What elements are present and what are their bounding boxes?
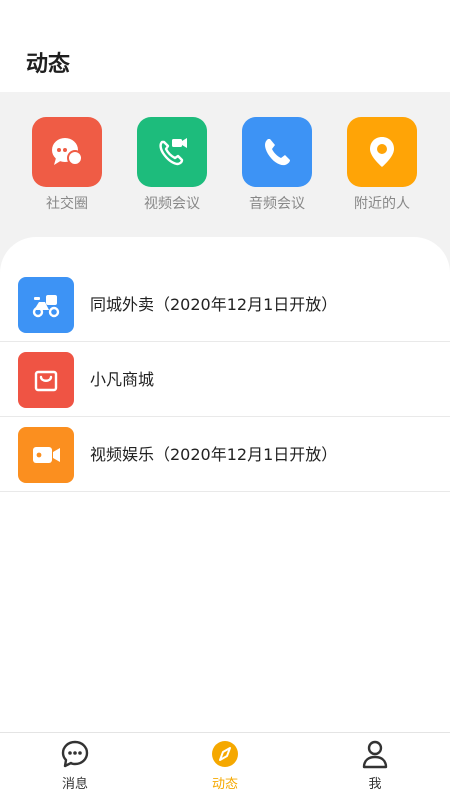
- quick-action-video-meeting[interactable]: 视频会议: [122, 117, 222, 213]
- tab-label: 动态: [211, 777, 238, 792]
- video-entertainment-tile: [18, 427, 74, 483]
- tab-label: 消息: [61, 777, 88, 792]
- video-call-icon: [159, 138, 187, 166]
- phone-icon: [265, 139, 290, 166]
- quick-action-social-circle[interactable]: 社交圈: [17, 117, 117, 213]
- video-camera-icon: [33, 447, 60, 463]
- list-item-video-entertainment[interactable]: 视频娱乐（2020年12月1日开放）: [0, 417, 450, 492]
- bottom-tab-bar: 消息 动态 我: [0, 732, 450, 800]
- audio-meeting-tile[interactable]: [242, 117, 312, 187]
- header: 动态: [0, 0, 450, 92]
- scooter-icon: [32, 295, 60, 318]
- person-icon: [362, 740, 388, 769]
- list-item-mall[interactable]: 小凡商城: [0, 342, 450, 417]
- tab-moments[interactable]: 动态: [150, 733, 300, 800]
- tab-messages[interactable]: 消息: [0, 733, 150, 800]
- tab-me[interactable]: 我: [300, 733, 450, 800]
- shopping-bag-icon: [34, 370, 58, 392]
- video-meeting-tile[interactable]: [137, 117, 207, 187]
- message-icon: [61, 740, 89, 768]
- location-pin-icon: [370, 137, 394, 167]
- compass-icon: [212, 741, 238, 767]
- quick-action-label: 音频会议: [249, 196, 305, 212]
- nearby-people-tile[interactable]: [347, 117, 417, 187]
- list-item-label: 视频娱乐（2020年12月1日开放）: [90, 445, 338, 464]
- quick-action-audio-meeting[interactable]: 音频会议: [227, 117, 327, 213]
- social-circle-tile[interactable]: [32, 117, 102, 187]
- list-item-label: 同城外卖（2020年12月1日开放）: [90, 295, 338, 314]
- chat-bubble-icon: [52, 138, 83, 166]
- quick-action-label: 社交圈: [46, 196, 88, 212]
- feature-list: 同城外卖（2020年12月1日开放） 小凡商城 视频娱乐（2020年12月1日开…: [0, 237, 450, 733]
- mall-tile: [18, 352, 74, 408]
- tab-label: 我: [368, 777, 382, 792]
- quick-action-label: 附近的人: [354, 196, 410, 212]
- quick-action-label: 视频会议: [144, 196, 200, 212]
- list-item-label: 小凡商城: [90, 370, 155, 389]
- quick-action-nearby-people[interactable]: 附近的人: [332, 117, 432, 213]
- list-item-food-delivery[interactable]: 同城外卖（2020年12月1日开放）: [0, 267, 450, 342]
- page-title: 动态: [26, 52, 71, 77]
- food-delivery-tile: [18, 277, 74, 333]
